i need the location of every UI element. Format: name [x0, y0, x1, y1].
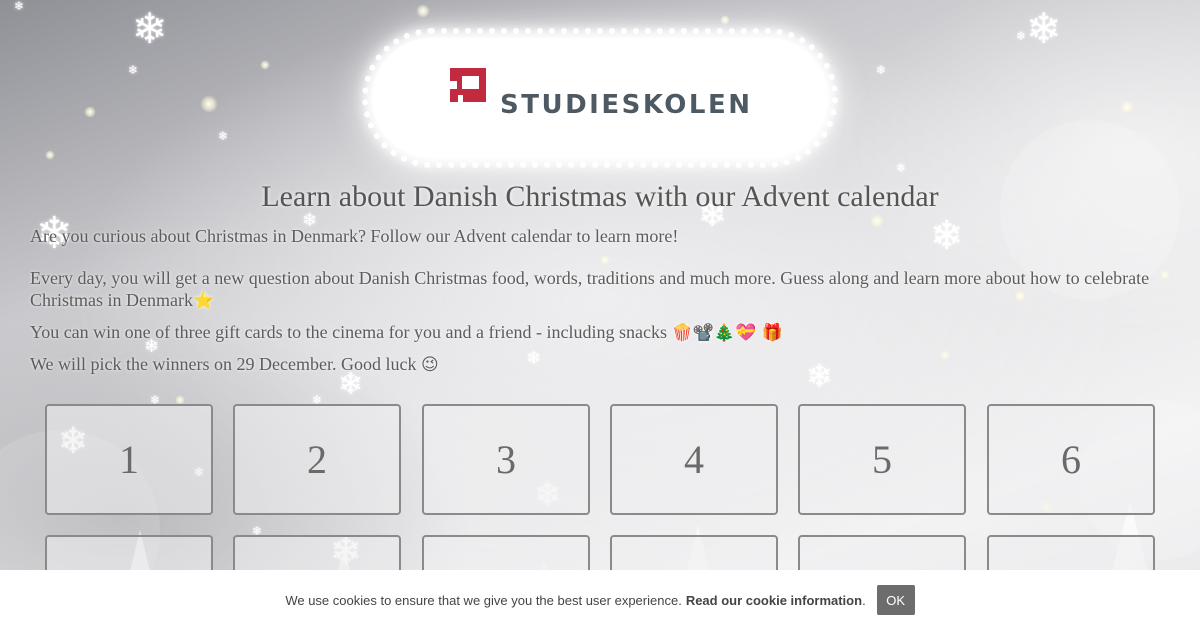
cookie-message: We use cookies to ensure that we give yo…: [285, 592, 682, 608]
cookie-info-link[interactable]: Read our cookie information: [686, 593, 862, 608]
wink-emoji-icon: 😉: [420, 355, 439, 375]
cookie-ok-button[interactable]: OK: [876, 585, 915, 615]
calendar-door-6[interactable]: 6: [987, 404, 1155, 515]
star-icon: ⭐: [192, 291, 215, 311]
intro-paragraph-4: We will pick the winners on 29 December.…: [30, 353, 1170, 376]
intro-paragraph-2: Every day, you will get a new question a…: [30, 267, 1170, 312]
calendar-door-3[interactable]: 3: [422, 404, 590, 515]
calendar-door-1[interactable]: 1: [45, 404, 213, 515]
intro-text-4: We will pick the winners on 29 December.…: [30, 354, 417, 374]
intro-paragraph-1: Are you curious about Christmas in Denma…: [30, 225, 1170, 247]
studieskolen-logo-icon: [450, 68, 486, 102]
intro-text-1: Are you curious about Christmas in Denma…: [30, 226, 679, 246]
site-logo[interactable]: STUDIESKOLEN: [362, 28, 838, 168]
page-title: Learn about Danish Christmas with our Ad…: [261, 180, 939, 213]
logo-text: STUDIESKOLEN: [500, 90, 753, 120]
intro-paragraph-3: You can win one of three gift cards to t…: [30, 321, 1170, 344]
calendar-door-5[interactable]: 5: [798, 404, 966, 515]
gift-emoji-icons: 🍿📽️🎄💝 🎁: [671, 323, 783, 343]
cookie-banner: We use cookies to ensure that we give yo…: [0, 570, 1200, 630]
calendar-door-4[interactable]: 4: [610, 404, 778, 515]
calendar-door-2[interactable]: 2: [233, 404, 401, 515]
intro-text-3: You can win one of three gift cards to t…: [30, 322, 667, 342]
cookie-period: .: [862, 592, 866, 608]
